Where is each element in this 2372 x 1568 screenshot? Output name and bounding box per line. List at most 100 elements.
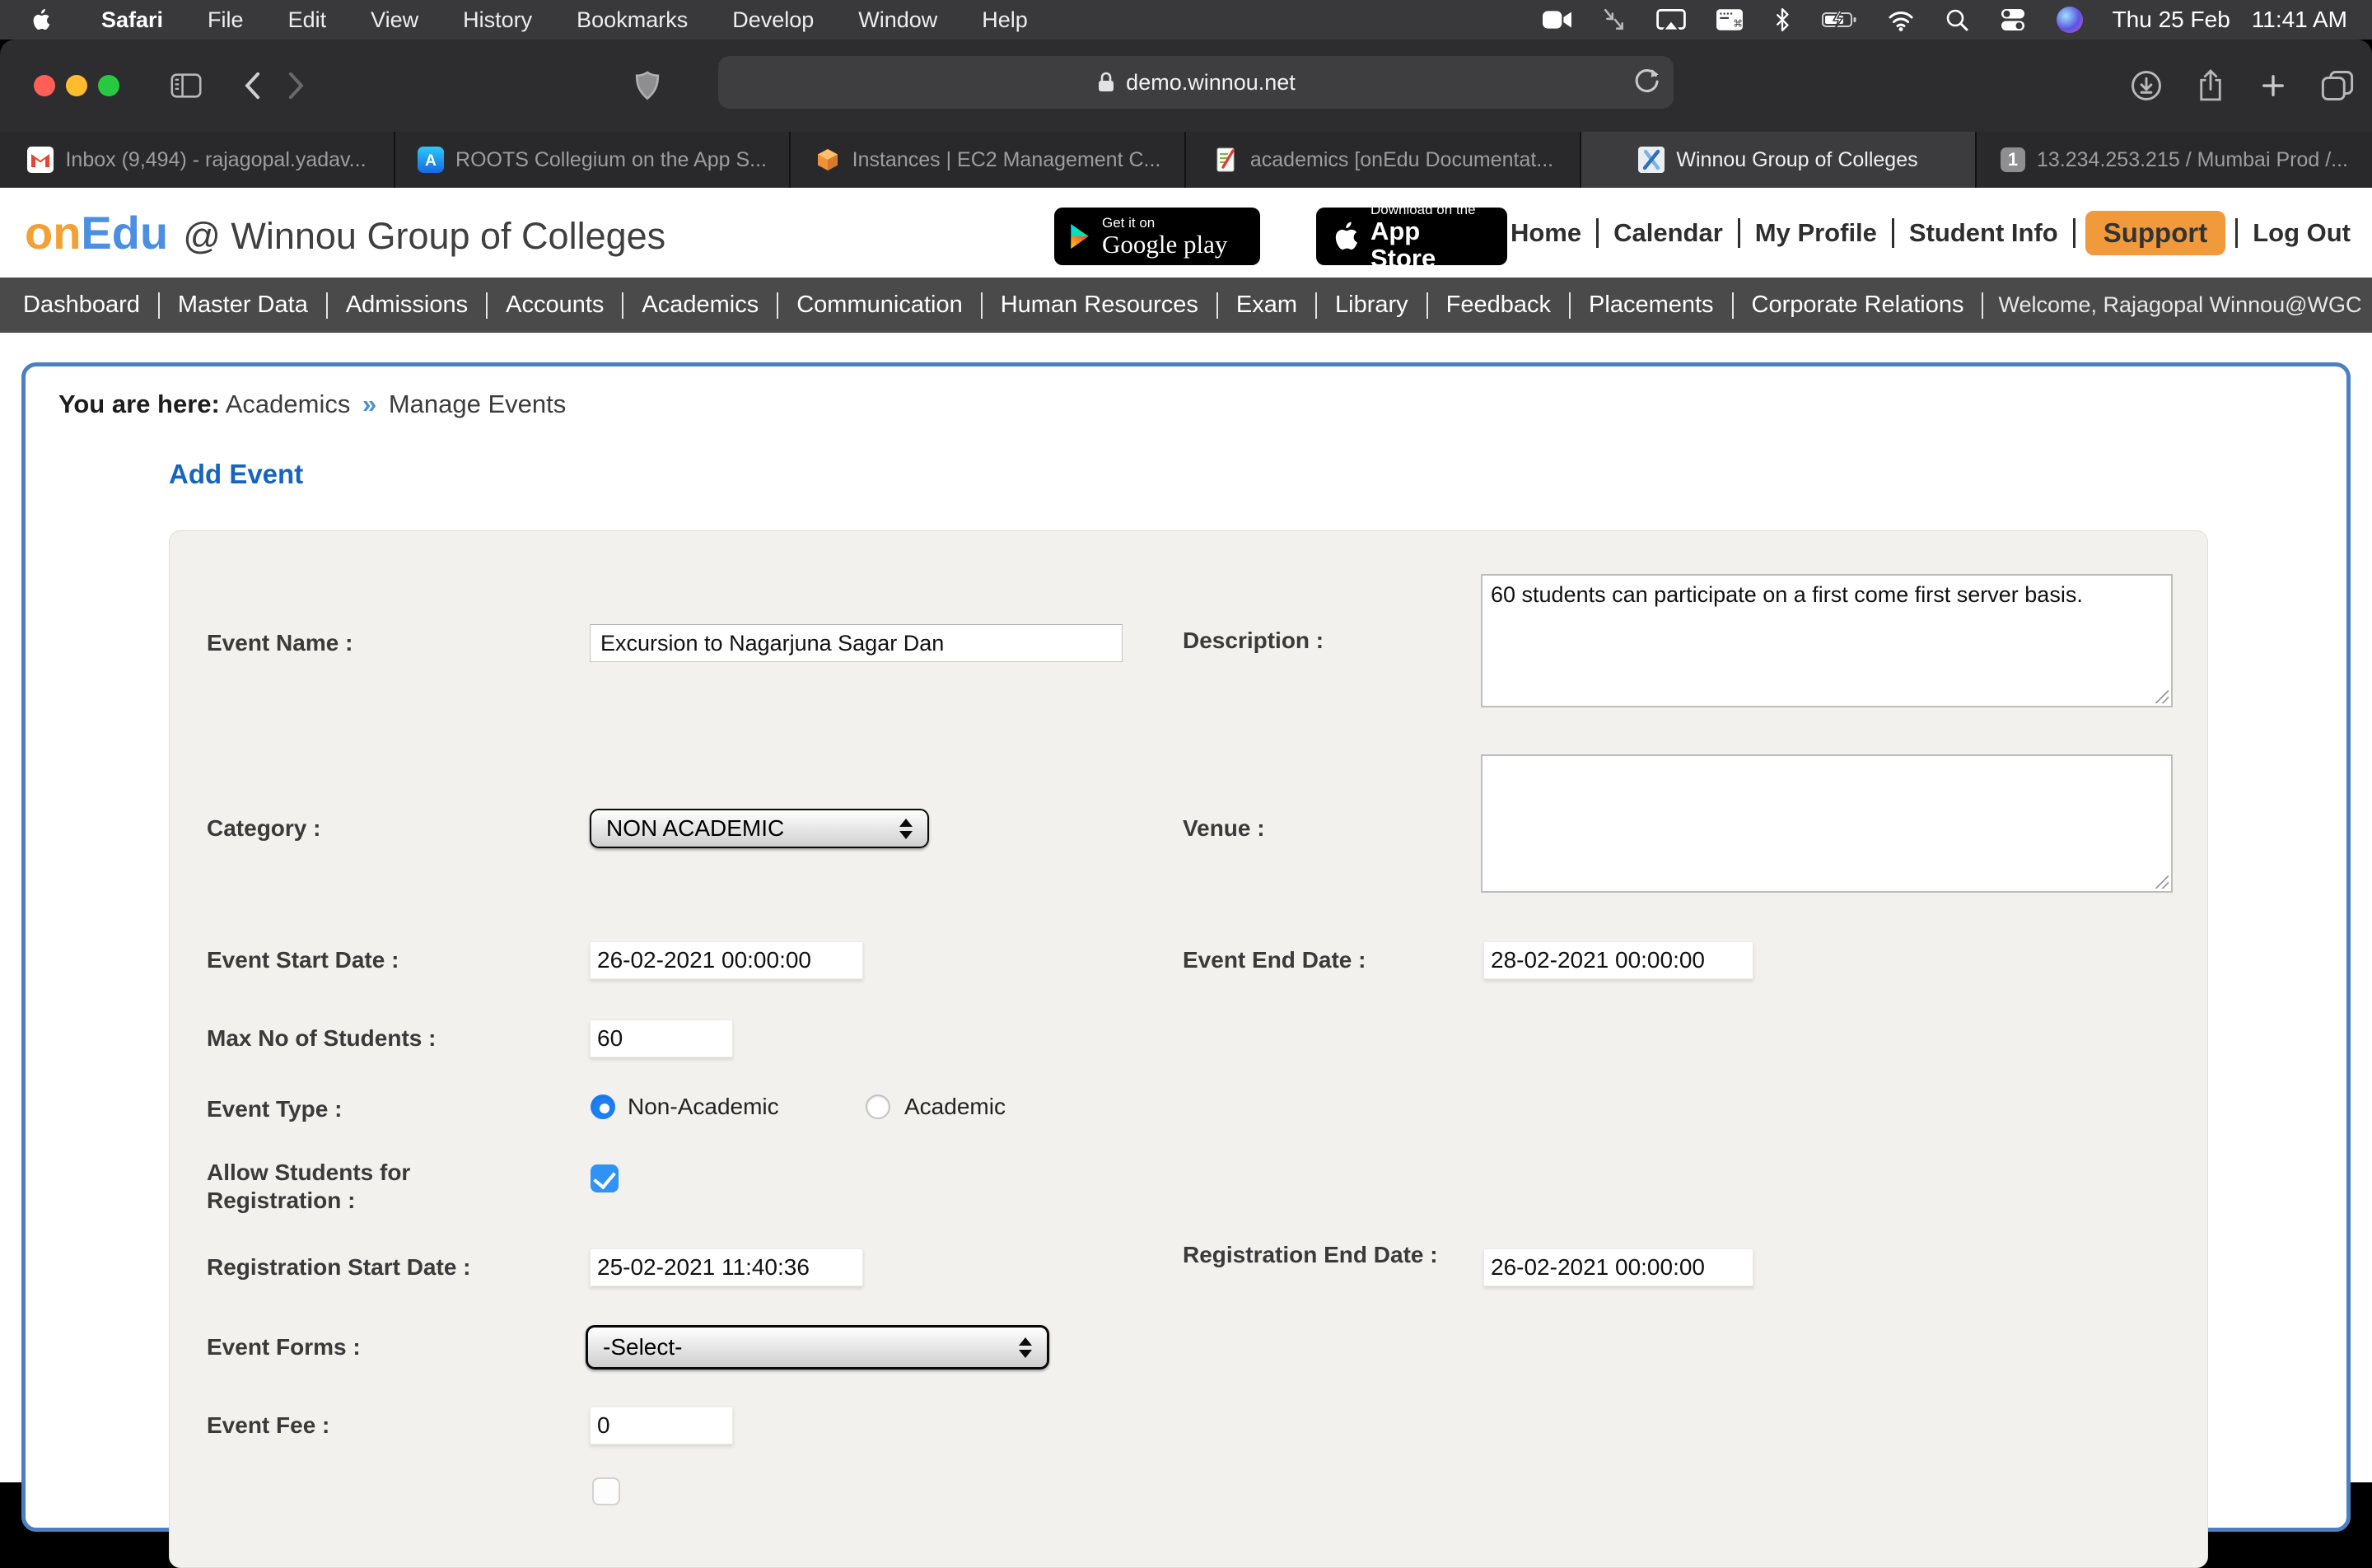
play-badge-small-text: Get it on (1102, 215, 1227, 231)
play-badge-big-text: Google play (1102, 231, 1227, 258)
svg-text:A: A (425, 152, 437, 170)
nav-academics[interactable]: Academics (638, 292, 762, 319)
max-students-input[interactable] (590, 1020, 733, 1057)
input-source-icon[interactable]: ⌘ (1716, 8, 1744, 31)
nav-admissions[interactable]: Admissions (343, 292, 471, 319)
category-select[interactable]: NON ACADEMIC (590, 809, 929, 848)
event-type-radio-non-academic[interactable] (591, 1094, 615, 1119)
menu-window[interactable]: Window (836, 7, 960, 33)
apple-menu[interactable] (0, 7, 79, 32)
event-name-input[interactable] (590, 624, 1123, 662)
menu-history[interactable]: History (441, 7, 554, 33)
link-log-out[interactable]: Log Out (2248, 218, 2356, 248)
allow-registration-checkbox[interactable] (591, 1164, 619, 1192)
nav-dashboard[interactable]: Dashboard (20, 292, 143, 319)
privacy-shield-button[interactable] (635, 70, 660, 101)
siri-icon[interactable] (2057, 7, 2083, 33)
tab-winnou-active[interactable]: Winnou Group of Colleges (1581, 132, 1977, 188)
support-button[interactable]: Support (2085, 211, 2225, 255)
google-play-badge[interactable]: Get it on Google play (1054, 208, 1260, 265)
nav-human-resources[interactable]: Human Resources (997, 292, 1202, 319)
tab-app-store[interactable]: A ROOTS Collegium on the App S... (395, 132, 791, 188)
battery-charging-icon[interactable] (1821, 9, 1857, 30)
venue-textarea[interactable] (1481, 754, 2173, 893)
zoom-window-button[interactable] (98, 75, 119, 96)
event-forms-label: Event Forms : (207, 1333, 586, 1361)
resize-handle-icon[interactable] (2155, 690, 2169, 703)
winnou-logo-icon (1638, 147, 1665, 173)
link-calendar[interactable]: Calendar (1609, 218, 1728, 248)
breadcrumb-section[interactable]: Academics (226, 390, 351, 418)
tab-mumbai-prod[interactable]: 1 13.234.253.215 / Mumbai Prod /... (1977, 132, 2372, 188)
event-type-radio-academic[interactable] (866, 1094, 890, 1119)
app-store-icon: A (418, 147, 444, 173)
event-end-date-input[interactable] (1483, 941, 1753, 979)
select-arrows-icon (1019, 1337, 1032, 1358)
link-home[interactable]: Home (1506, 218, 1586, 248)
nav-communication[interactable]: Communication (793, 292, 965, 319)
resize-handle-icon[interactable] (2155, 875, 2169, 889)
max-students-label: Max No of Students : (207, 1024, 586, 1052)
breadcrumb-prefix: You are here: (58, 390, 220, 418)
event-start-date-input[interactable] (590, 941, 863, 979)
link-student-info[interactable]: Student Info (1904, 218, 2063, 248)
radio-label-non-academic[interactable]: Non-Academic (628, 1093, 779, 1121)
nav-accounts[interactable]: Accounts (502, 292, 607, 319)
tab-overview-button[interactable] (2321, 70, 2354, 101)
bottom-cutoff-checkbox[interactable] (592, 1477, 620, 1505)
tab-overview-icon (2321, 70, 2354, 101)
registration-end-date-label: Registration End Date : (1183, 1241, 1438, 1269)
event-fee-input[interactable] (590, 1407, 733, 1444)
downloads-button[interactable] (2130, 69, 2163, 102)
tab-gmail-inbox[interactable]: Inbox (9,494) - rajagopal.yadav... (0, 132, 395, 188)
bluetooth-icon[interactable] (1773, 7, 1791, 32)
nav-placements[interactable]: Placements (1585, 292, 1717, 319)
forward-chevron-icon (286, 71, 307, 100)
menu-bookmarks[interactable]: Bookmarks (554, 7, 710, 33)
description-textarea[interactable]: 60 students can participate on a first c… (1481, 574, 2173, 707)
appstore-badge-small-text: Download on the (1370, 202, 1492, 217)
forward-button[interactable] (286, 71, 307, 100)
wifi-icon[interactable] (1887, 8, 1915, 31)
menu-app-name[interactable]: Safari (79, 7, 185, 33)
app-store-badge[interactable]: Download on the App Store (1316, 208, 1507, 265)
control-center-icon[interactable] (1999, 7, 2027, 32)
nav-exam[interactable]: Exam (1233, 292, 1300, 319)
minimize-window-button[interactable] (66, 75, 87, 96)
link-my-profile[interactable]: My Profile (1750, 218, 1882, 248)
allow-registration-label: Allow Students for Registration : (207, 1159, 454, 1215)
logo-suffix: @ Winnou Group of Colleges (183, 215, 665, 258)
event-forms-select[interactable]: -Select- (586, 1325, 1049, 1370)
tab-ec2-instances[interactable]: Instances | EC2 Management C... (791, 132, 1186, 188)
plus-icon (2258, 71, 2288, 100)
screen-mirroring-icon[interactable] (1656, 7, 1686, 32)
site-logo[interactable]: onEdu @ Winnou Group of Colleges (25, 206, 665, 259)
menu-view[interactable]: View (348, 7, 441, 33)
share-button[interactable] (2196, 68, 2225, 103)
nav-master-data[interactable]: Master Data (175, 292, 311, 319)
menu-help[interactable]: Help (960, 7, 1050, 33)
close-window-button[interactable] (34, 75, 55, 96)
clock-date: Thu 25 Feb (2113, 7, 2230, 33)
back-button[interactable] (241, 71, 263, 100)
nav-feedback[interactable]: Feedback (1443, 292, 1554, 319)
registration-end-date-input[interactable] (1483, 1248, 1753, 1286)
sidebar-toggle-button[interactable] (170, 73, 202, 98)
video-camera-icon[interactable] (1543, 9, 1572, 30)
menu-file[interactable]: File (185, 7, 266, 33)
reload-button[interactable] (1632, 68, 1660, 101)
spotlight-icon[interactable] (1945, 7, 1969, 32)
commit-graph-icon[interactable] (1602, 7, 1627, 32)
registration-start-date-input[interactable] (590, 1248, 863, 1286)
back-chevron-icon (241, 71, 263, 100)
breadcrumb: You are here: Academics » Manage Events (58, 390, 566, 419)
radio-label-academic[interactable]: Academic (904, 1093, 1006, 1121)
menu-edit[interactable]: Edit (266, 7, 349, 33)
tab-onedu-docs[interactable]: academics [onEdu Documentat... (1186, 132, 1581, 188)
address-bar[interactable]: demo.winnou.net (718, 56, 1674, 109)
nav-corporate-relations[interactable]: Corporate Relations (1749, 292, 1968, 319)
nav-library[interactable]: Library (1332, 292, 1412, 319)
menu-develop[interactable]: Develop (710, 7, 836, 33)
new-tab-button[interactable] (2258, 71, 2288, 100)
menu-bar-clock[interactable]: Thu 25 Feb 11:41 AM (2113, 7, 2347, 33)
